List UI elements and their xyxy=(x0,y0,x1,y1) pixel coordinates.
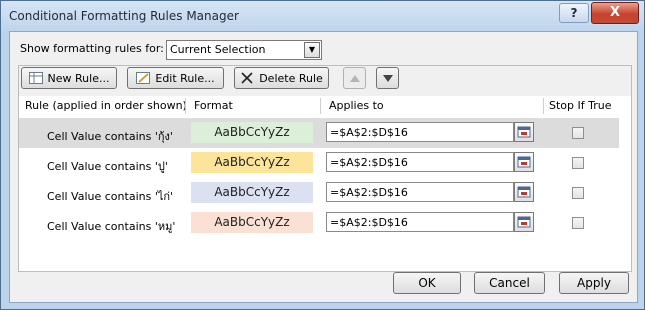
new-rule-button[interactable]: New Rule... xyxy=(21,67,117,89)
applies-to-input[interactable]: =$A$2:$D$16 xyxy=(326,152,514,172)
applies-to-value: =$A$2:$D$16 xyxy=(330,216,408,229)
format-preview: AaBbCcYyZz xyxy=(191,122,313,143)
delete-rule-label: Delete Rule xyxy=(259,71,323,85)
delete-icon xyxy=(240,72,254,84)
column-divider xyxy=(185,98,186,114)
new-rule-icon xyxy=(28,72,43,84)
applies-to-value: =$A$2:$D$16 xyxy=(330,126,408,139)
dialog-title: Conditional Formatting Rules Manager xyxy=(9,9,239,23)
column-header-stop-if-true: Stop If True xyxy=(549,99,612,112)
rule-row[interactable]: Cell Value contains 'หมู' AaBbCcYyZz =$A… xyxy=(19,208,619,238)
rule-description: Cell Value contains 'กุ้ง' xyxy=(47,130,173,143)
rule-row[interactable]: Cell Value contains 'กุ้ง' AaBbCcYyZz =$… xyxy=(19,118,619,148)
dialog-window: Conditional Formatting Rules Manager ? X… xyxy=(0,0,645,310)
cancel-button[interactable]: Cancel xyxy=(474,272,545,294)
apply-button[interactable]: Apply xyxy=(559,272,629,294)
range-picker-icon[interactable] xyxy=(514,122,534,142)
applies-to-input[interactable]: =$A$2:$D$16 xyxy=(326,212,514,232)
show-rules-dropdown[interactable]: Current Selection ▼ xyxy=(166,40,322,60)
ok-button[interactable]: OK xyxy=(393,272,461,294)
format-preview: AaBbCcYyZz xyxy=(191,152,313,173)
new-rule-label: New Rule... xyxy=(47,71,110,85)
help-button[interactable]: ? xyxy=(559,3,589,23)
chevron-down-icon[interactable]: ▼ xyxy=(304,42,320,58)
rules-table: Rule (applied in order shown) Format App… xyxy=(19,96,631,271)
arrow-up-icon xyxy=(349,72,360,85)
delete-rule-button[interactable]: Delete Rule xyxy=(234,67,329,89)
stop-if-true-checkbox[interactable] xyxy=(572,187,584,199)
stop-if-true-checkbox[interactable] xyxy=(572,157,584,169)
applies-to-input[interactable]: =$A$2:$D$16 xyxy=(326,182,514,202)
range-picker-icon[interactable] xyxy=(514,182,534,202)
column-divider xyxy=(543,98,544,114)
column-header-applies-to: Applies to xyxy=(329,99,384,112)
range-picker-icon[interactable] xyxy=(514,212,534,232)
title-bar: Conditional Formatting Rules Manager ? X xyxy=(1,1,644,31)
applies-to-value: =$A$2:$D$16 xyxy=(330,156,408,169)
dialog-body: Show formatting rules for: Current Selec… xyxy=(9,31,638,303)
range-picker-icon[interactable] xyxy=(514,152,534,172)
close-button[interactable]: X xyxy=(591,2,639,24)
rule-description: Cell Value contains 'หมู' xyxy=(47,220,176,233)
applies-to-input[interactable]: =$A$2:$D$16 xyxy=(326,122,514,142)
column-header-format: Format xyxy=(194,99,233,112)
move-down-button[interactable] xyxy=(376,67,399,89)
rule-description: Cell Value contains 'ปู' xyxy=(47,160,168,173)
rule-row[interactable]: Cell Value contains 'ไก่' AaBbCcYyZz =$A… xyxy=(19,178,619,208)
rules-toolbar: New Rule... Edit Rule... Delete Rule xyxy=(19,66,631,96)
move-up-button[interactable] xyxy=(343,67,366,89)
show-rules-value: Current Selection xyxy=(170,43,266,56)
rules-panel: New Rule... Edit Rule... Delete Rule Rul… xyxy=(18,65,632,272)
rule-description: Cell Value contains 'ไก่' xyxy=(47,190,174,203)
edit-rule-button[interactable]: Edit Rule... xyxy=(127,67,224,89)
column-header-rule: Rule (applied in order shown) xyxy=(25,99,187,112)
edit-rule-icon xyxy=(136,72,151,84)
stop-if-true-checkbox[interactable] xyxy=(572,127,584,139)
column-divider xyxy=(320,98,321,114)
stop-if-true-checkbox[interactable] xyxy=(572,217,584,229)
format-preview: AaBbCcYyZz xyxy=(191,182,313,203)
arrow-down-icon xyxy=(382,72,393,85)
applies-to-value: =$A$2:$D$16 xyxy=(330,186,408,199)
rule-row[interactable]: Cell Value contains 'ปู' AaBbCcYyZz =$A$… xyxy=(19,148,619,178)
show-rules-label: Show formatting rules for: xyxy=(20,42,164,55)
format-preview: AaBbCcYyZz xyxy=(191,212,313,233)
edit-rule-label: Edit Rule... xyxy=(155,71,215,85)
